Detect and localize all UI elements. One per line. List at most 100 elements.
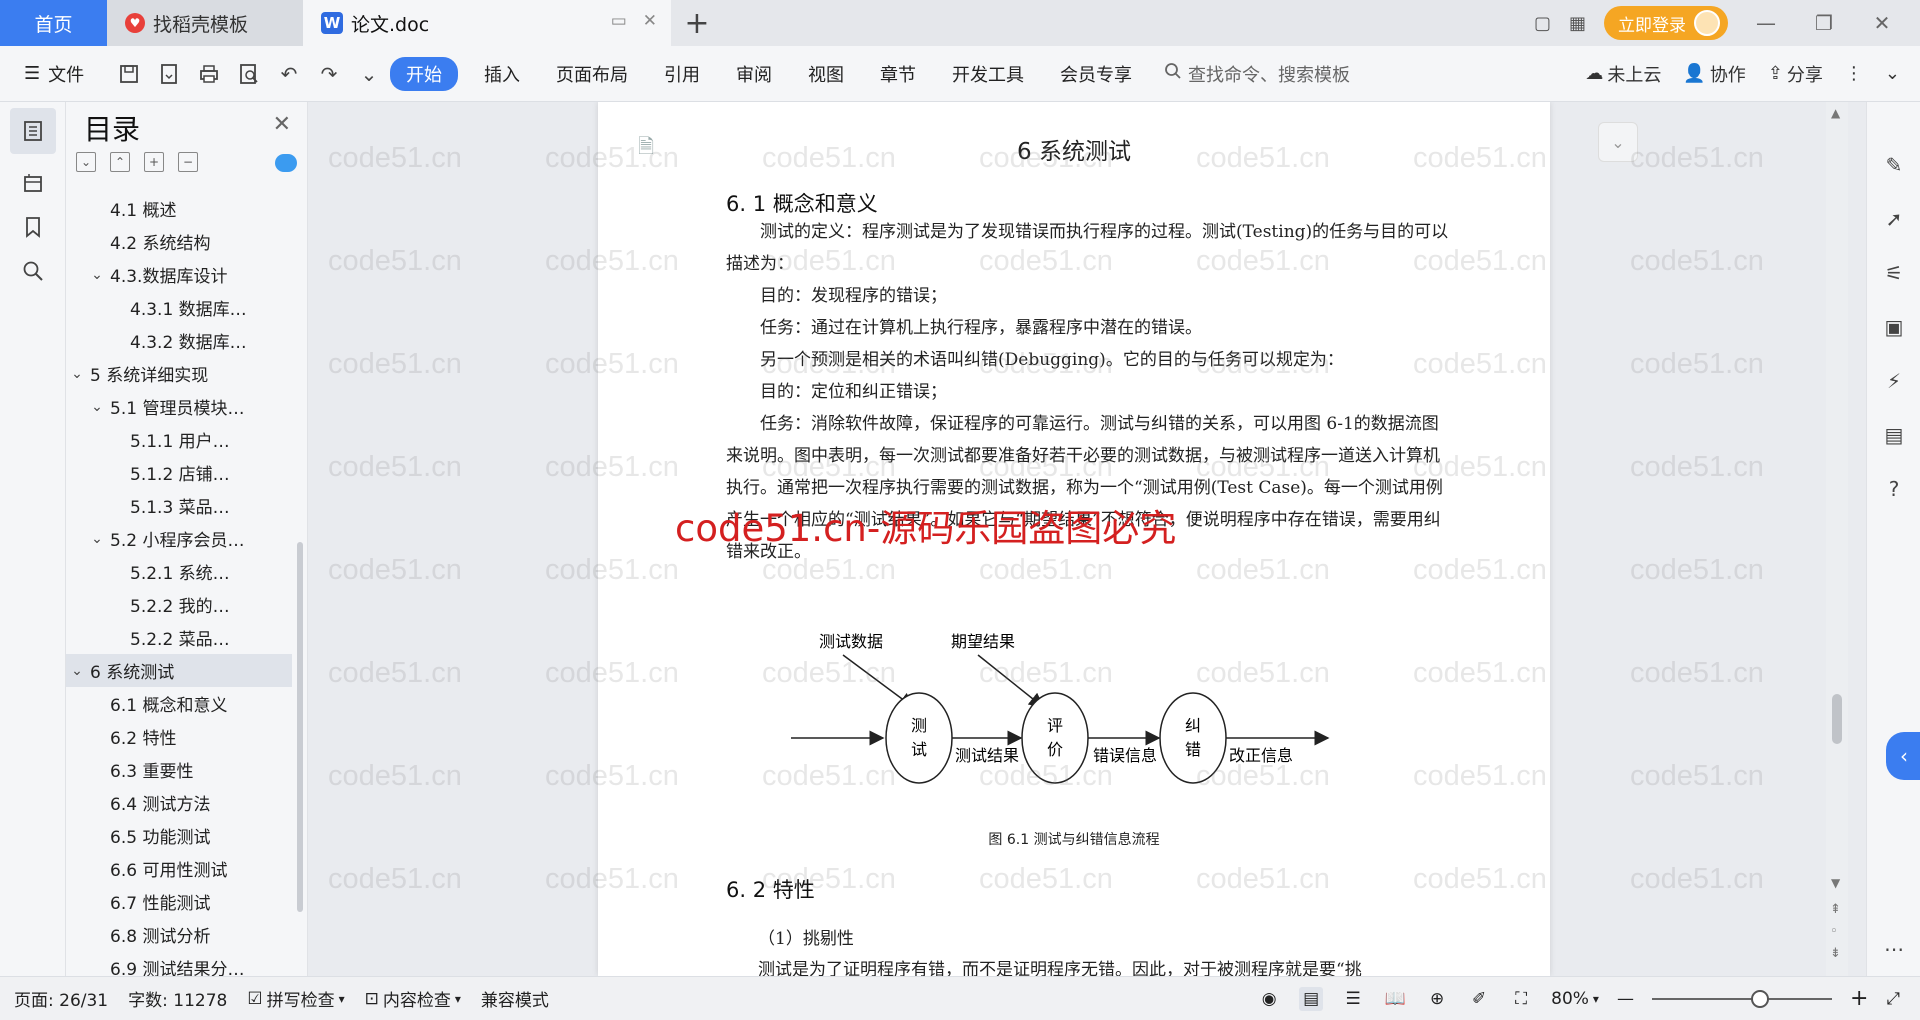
command-search[interactable]: 查找命令、搜索模板 [1164, 61, 1384, 87]
scroll-down-icon[interactable]: ▼ [1831, 876, 1840, 890]
toc-item[interactable]: 5.2.2 菜品… [66, 621, 292, 654]
toc-item[interactable]: ⌄ 5.1 管理员模块… [66, 390, 292, 423]
zoom-slider-knob[interactable] [1750, 989, 1769, 1008]
collaborate-button[interactable]: 👤 协作 [1683, 61, 1745, 87]
save-icon[interactable] [116, 61, 142, 87]
page-indicator[interactable]: 页面: 26/31 [14, 986, 108, 1011]
login-button[interactable]: 立即登录 [1604, 6, 1728, 40]
chevron-down-icon[interactable]: ⌄ [68, 366, 86, 382]
toc-item[interactable]: 4.3.1 数据库… [66, 291, 292, 324]
toc-item[interactable]: 6.7 性能测试 [66, 885, 292, 918]
redo-icon[interactable]: ↷ [316, 61, 342, 87]
toc-item[interactable]: 4.2 系统结构 [66, 225, 292, 258]
menu-developer[interactable]: 开发工具 [934, 61, 1042, 87]
page-view-icon[interactable]: ▤ [1299, 986, 1324, 1011]
print-icon[interactable] [196, 61, 222, 87]
tab-document[interactable]: W 论文.doc ▭ ✕ [303, 0, 671, 46]
toc-item[interactable]: ⌄ 4.3.数据库设计 [66, 258, 292, 291]
fit-page-icon[interactable]: ⛶ [1509, 987, 1533, 1011]
new-tab-button[interactable]: + [671, 0, 723, 46]
menu-review[interactable]: 审阅 [718, 61, 790, 87]
next-page-icon[interactable]: ⇟ [1830, 946, 1841, 961]
outline-view-icon[interactable]: ☰ [1341, 987, 1365, 1011]
menu-page-layout[interactable]: 页面布局 [538, 61, 646, 87]
toc-item[interactable]: 6.6 可用性测试 [66, 852, 292, 885]
menu-insert[interactable]: 插入 [466, 61, 538, 87]
add-heading-icon[interactable]: + [144, 152, 164, 172]
screen-icon[interactable]: ▭ [611, 11, 627, 31]
toc-item[interactable]: 5.1.3 菜品… [66, 489, 292, 522]
word-count[interactable]: 字数: 11278 [128, 986, 227, 1011]
expand-all-icon[interactable]: ⌄ [76, 152, 96, 172]
toc-item[interactable]: 6.3 重要性 [66, 753, 292, 786]
tab-daoke-templates[interactable]: ♥ 找稻壳模板 [107, 0, 303, 46]
more-dropdown-icon[interactable]: ⌄ [356, 61, 382, 87]
apps-grid-icon[interactable]: ▦ [1569, 13, 1586, 34]
content-check-button[interactable]: ⊡ 内容检查 ▾ [365, 986, 461, 1012]
image-edit-icon[interactable]: ▣ [1881, 314, 1907, 340]
scroll-thumb[interactable] [1832, 694, 1842, 744]
collapse-ribbon-icon[interactable]: ⌄ [1885, 63, 1900, 84]
undo-icon[interactable]: ↶ [276, 61, 302, 87]
toc-item[interactable]: 5.2.1 系统… [66, 555, 292, 588]
toc-item[interactable]: 4.1 概述 [66, 192, 292, 225]
menu-section[interactable]: 章节 [862, 61, 934, 87]
help-icon[interactable]: ? [1881, 476, 1907, 502]
tab-home[interactable]: 首页 [0, 0, 107, 46]
close-tab-icon[interactable]: ✕ [643, 11, 657, 31]
zoom-in-icon[interactable]: + [1850, 986, 1868, 1011]
export-pdf-icon[interactable] [156, 61, 182, 87]
toc-item[interactable]: 6.4 测试方法 [66, 786, 292, 819]
layout-toggle-icon[interactable]: ▢ [1534, 13, 1551, 34]
toc-item[interactable]: 4.3.2 数据库… [66, 324, 292, 357]
menu-start[interactable]: 开始 [390, 56, 458, 91]
chevron-down-icon[interactable]: ⌄ [88, 531, 106, 547]
file-menu-button[interactable]: ☰ 文件 [0, 61, 110, 87]
pen-icon[interactable]: ✎ [1881, 152, 1907, 178]
write-mode-icon[interactable]: ✐ [1467, 987, 1491, 1011]
adjust-icon[interactable]: ⚟ [1881, 260, 1907, 286]
minimize-icon[interactable]: — [1746, 11, 1786, 35]
reader-icon[interactable]: ▤ [1881, 422, 1907, 448]
cursor-icon[interactable]: ➚ [1881, 206, 1907, 232]
chevron-down-icon[interactable]: ⌄ [88, 267, 106, 283]
more-options-icon[interactable]: ⋮ [1845, 63, 1863, 84]
chevron-down-icon[interactable]: ⌄ [68, 663, 86, 679]
collapse-all-icon[interactable]: ⌃ [110, 152, 130, 172]
menu-references[interactable]: 引用 [646, 61, 718, 87]
cloud-status-button[interactable]: ☁ 未上云 [1585, 61, 1661, 87]
toc-item[interactable]: 5.2.2 我的… [66, 588, 292, 621]
toc-item[interactable]: 5.1.2 店铺… [66, 456, 292, 489]
smart-toc-icon[interactable] [275, 154, 297, 172]
scroll-up-icon[interactable]: ▲ [1831, 106, 1840, 120]
toc-item[interactable]: 6.9 测试结果分… [66, 951, 292, 976]
page-float-tool-icon[interactable]: ⌄ [1598, 122, 1638, 162]
toc-item[interactable]: 6.5 功能测试 [66, 819, 292, 852]
chevron-down-icon[interactable]: ⌄ [88, 399, 106, 415]
fullscreen-icon[interactable]: ⤢ [1886, 989, 1900, 1009]
expand-side-panel-button[interactable]: ‹ [1886, 732, 1920, 780]
toc-item[interactable]: 6.8 测试分析 [66, 918, 292, 951]
toc-scrollbar[interactable] [297, 542, 303, 912]
more-icon[interactable]: ⋯ [1881, 936, 1907, 962]
find-icon[interactable] [10, 248, 56, 294]
zoom-slider[interactable] [1651, 989, 1832, 1008]
menu-member[interactable]: 会员专享 [1042, 61, 1150, 87]
restore-icon[interactable]: ❐ [1804, 11, 1844, 35]
menu-view[interactable]: 视图 [790, 61, 862, 87]
zoom-out-icon[interactable]: — [1617, 989, 1634, 1009]
toc-item[interactable]: 5.1.1 用户… [66, 423, 292, 456]
select-browse-icon[interactable]: ◦ [1830, 924, 1838, 939]
bookmark-icon[interactable] [10, 204, 56, 250]
web-view-icon[interactable]: ⊕ [1425, 987, 1449, 1011]
ai-assistant-icon[interactable]: ⚡ [1881, 368, 1907, 394]
prev-page-icon[interactable]: ⇞ [1830, 902, 1841, 917]
toc-panel-icon[interactable] [10, 108, 56, 154]
remove-heading-icon[interactable]: − [178, 152, 198, 172]
toc-item[interactable]: ⌄ 5 系统详细实现 [66, 357, 292, 390]
print-preview-icon[interactable] [236, 61, 262, 87]
navigation-pane-icon[interactable] [10, 160, 56, 206]
spell-check-button[interactable]: ☑ 拼写检查 ▾ [247, 986, 344, 1012]
compat-mode-label[interactable]: 兼容模式 [481, 986, 549, 1011]
document-scrollbar[interactable]: ▲ ▼ ⇞ ◦ ⇟ [1826, 102, 1848, 976]
